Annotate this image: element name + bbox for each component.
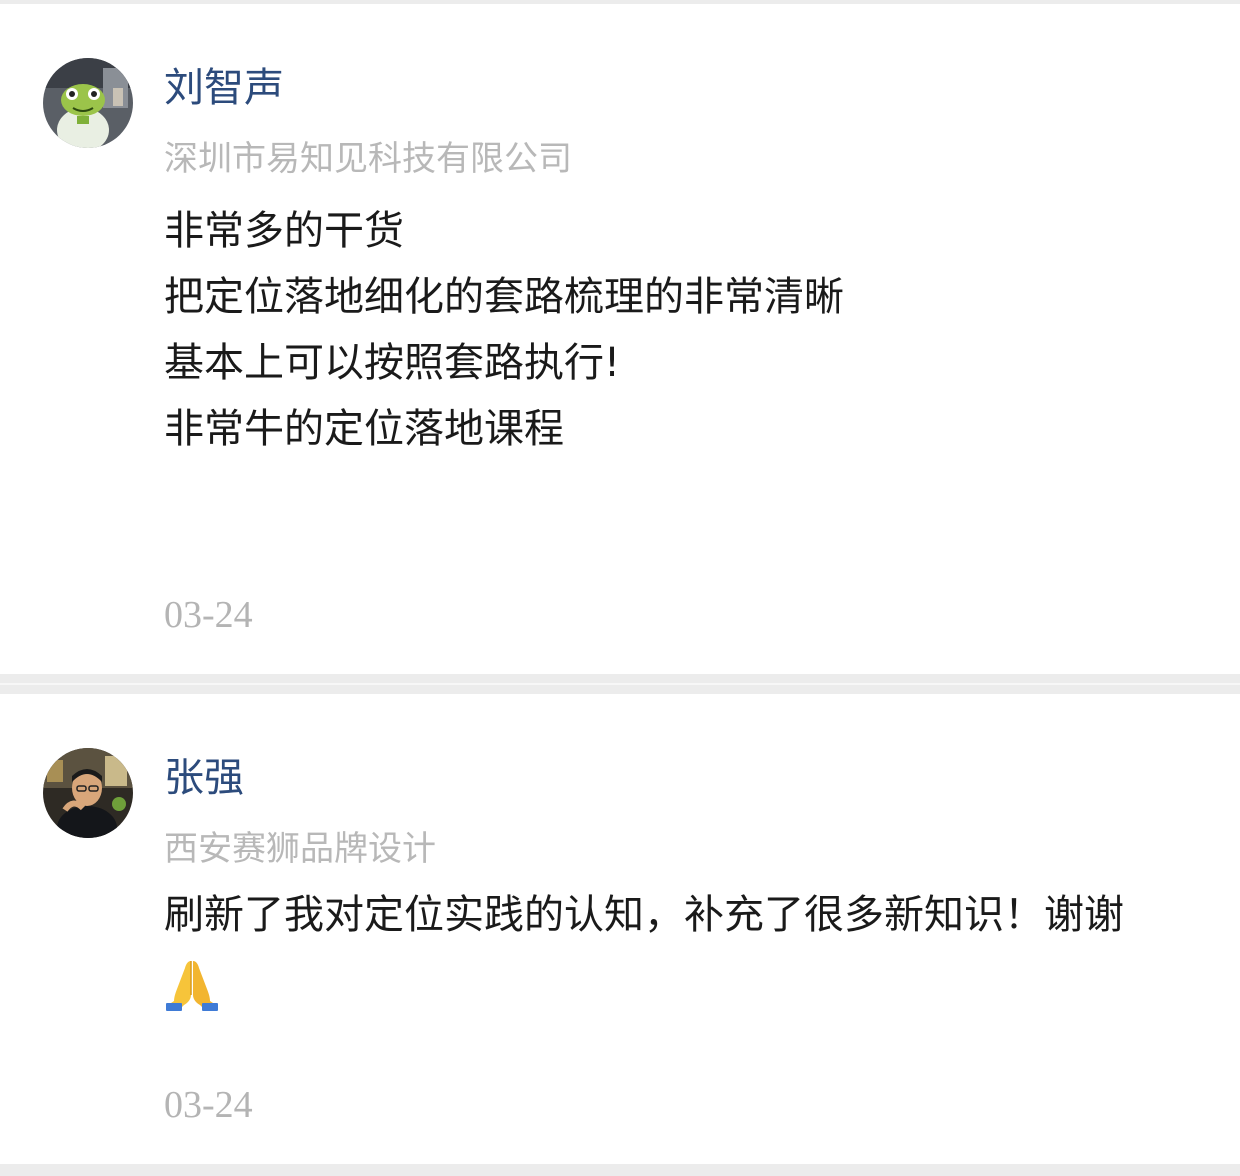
comment-text: 非常多的干货 把定位落地细化的套路梳理的非常清晰 基本上可以按照套路执行! 非常… xyxy=(164,198,844,462)
comment-line: 把定位落地细化的套路梳理的非常清晰 xyxy=(164,274,844,320)
comment-text: 刷新了我对定位实践的认知，补充了很多新知识！谢谢 xyxy=(164,882,1124,1014)
folded-hands-icon xyxy=(166,961,218,1011)
commenter-name[interactable]: 刘智声 xyxy=(164,64,284,112)
comment-emoji-line xyxy=(164,948,1124,1014)
avatar[interactable] xyxy=(43,58,133,148)
avatar[interactable] xyxy=(43,748,133,838)
section-divider xyxy=(0,674,1240,694)
section-divider xyxy=(0,1164,1240,1176)
comment-line: 非常牛的定位落地课程 xyxy=(164,406,564,452)
comment-line: 刷新了我对定位实践的认知，补充了很多新知识！谢谢 xyxy=(164,892,1124,938)
avatar-photo-icon xyxy=(43,58,133,148)
comment-date: 03-24 xyxy=(164,594,253,636)
commenter-name[interactable]: 张强 xyxy=(164,754,244,802)
comment-card: 张强 西安赛狮品牌设计 刷新了我对定位实践的认知，补充了很多新知识！谢谢 03-… xyxy=(0,694,1240,1164)
comment-line: 基本上可以按照套路执行! xyxy=(164,340,621,386)
comment-line: 非常多的干货 xyxy=(164,208,404,254)
commenter-company: 西安赛狮品牌设计 xyxy=(164,829,436,869)
commenter-company: 深圳市易知见科技有限公司 xyxy=(164,139,572,179)
comment-date: 03-24 xyxy=(164,1084,253,1126)
avatar-photo-icon xyxy=(43,748,133,838)
comment-card: 刘智声 深圳市易知见科技有限公司 非常多的干货 把定位落地细化的套路梳理的非常清… xyxy=(0,4,1240,674)
